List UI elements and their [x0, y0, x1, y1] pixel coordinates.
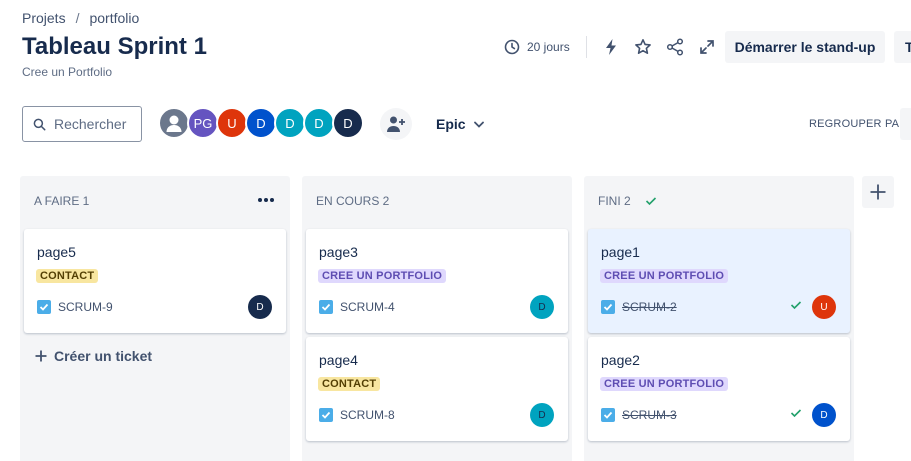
- issue-key[interactable]: SCRUM-8: [340, 408, 395, 422]
- sprint-timer[interactable]: 20 jours: [504, 39, 570, 55]
- issue-card[interactable]: page4 CONTACT SCRUM-8 D: [306, 337, 568, 441]
- add-people-button[interactable]: [380, 108, 412, 140]
- toolbar-divider: [585, 36, 587, 58]
- epic-label: CREE UN PORTFOLIO: [600, 269, 729, 283]
- fullscreen-button[interactable]: [697, 37, 717, 57]
- column-title: A FAIRE 1: [34, 194, 90, 208]
- column-header: FINI 2: [598, 194, 657, 208]
- add-column-button[interactable]: [862, 176, 894, 208]
- check-icon: [645, 197, 656, 206]
- card-footer: SCRUM-8: [319, 408, 395, 422]
- column-todo: A FAIRE 1 page5 CONTACT SCRUM-9 D Créer …: [20, 176, 290, 461]
- days-remaining: 20 jours: [527, 40, 570, 54]
- sprint-goal: Cree un Portfolio: [22, 65, 113, 79]
- epic-label: CONTACT: [36, 269, 99, 283]
- column-title: FINI 2: [598, 194, 631, 208]
- assignee-avatar[interactable]: U: [812, 295, 836, 319]
- avatar-d[interactable]: D: [332, 107, 364, 139]
- epic-label: CREE UN PORTFOLIO: [600, 377, 729, 391]
- assignee-avatar[interactable]: D: [530, 295, 554, 319]
- add-user-icon: [387, 116, 405, 132]
- assignee-avatar[interactable]: D: [812, 403, 836, 427]
- breadcrumb: Projets / portfolio: [22, 10, 139, 26]
- star-button[interactable]: [633, 37, 653, 57]
- expand-icon: [699, 40, 714, 54]
- issue-key[interactable]: SCRUM-2: [622, 300, 677, 314]
- card-footer: SCRUM-9: [37, 300, 113, 314]
- search-icon: [33, 118, 46, 130]
- done-check-icon: [790, 409, 802, 418]
- chevron-down-icon: [473, 121, 484, 128]
- avatar-d[interactable]: D: [274, 107, 306, 139]
- avatar-pg[interactable]: PG: [187, 107, 219, 139]
- search-input[interactable]: [54, 116, 132, 132]
- breadcrumb-separator: /: [75, 10, 80, 26]
- avatar-u[interactable]: U: [216, 107, 248, 139]
- task-type-icon: [37, 300, 51, 314]
- done-check-icon: [790, 301, 802, 310]
- assignee-avatar[interactable]: D: [248, 295, 272, 319]
- group-by-select[interactable]: [900, 108, 911, 140]
- issue-key[interactable]: SCRUM-4: [340, 300, 395, 314]
- issue-card[interactable]: page5 CONTACT SCRUM-9 D: [24, 229, 286, 333]
- automation-button[interactable]: [601, 37, 621, 57]
- default-user-icon: [166, 115, 182, 132]
- epic-label: CONTACT: [318, 377, 381, 391]
- task-type-icon: [601, 408, 615, 422]
- card-title: page3: [319, 244, 358, 260]
- column-in-progress: EN COURS 2 page3 CREE UN PORTFOLIO SCRUM…: [302, 176, 572, 461]
- card-title: page4: [319, 352, 358, 368]
- lightning-icon: [605, 39, 616, 55]
- board-toolbar: 20 jours: [504, 32, 729, 62]
- column-done: FINI 2 page1 CREE UN PORTFOLIO SCRUM-2 U…: [584, 176, 854, 461]
- create-issue-button[interactable]: Créer un ticket: [34, 348, 152, 364]
- task-type-icon: [601, 300, 615, 314]
- plus-icon: [35, 350, 47, 362]
- clock-icon: [504, 39, 520, 55]
- epic-filter[interactable]: Epic: [436, 116, 484, 132]
- task-type-icon: [319, 408, 333, 422]
- card-footer: SCRUM-3: [601, 408, 677, 422]
- card-footer: SCRUM-4: [319, 300, 395, 314]
- card-title: page5: [37, 244, 76, 260]
- more-actions-button[interactable]: T: [894, 31, 911, 63]
- epic-label: CREE UN PORTFOLIO: [318, 269, 447, 283]
- column-title: EN COURS 2: [316, 194, 390, 208]
- issue-card[interactable]: page1 CREE UN PORTFOLIO SCRUM-2 U: [588, 229, 850, 333]
- issue-card[interactable]: page3 CREE UN PORTFOLIO SCRUM-4 D: [306, 229, 568, 333]
- column-more-button[interactable]: [256, 190, 276, 215]
- card-title: page2: [601, 352, 640, 368]
- group-by-label: REGROUPER PAR: [809, 118, 908, 130]
- column-header: EN COURS 2: [316, 194, 389, 208]
- share-button[interactable]: [665, 37, 685, 57]
- card-title: page1: [601, 244, 640, 260]
- more-icon: [258, 198, 274, 202]
- avatar-d[interactable]: D: [245, 107, 277, 139]
- issue-key[interactable]: SCRUM-3: [622, 408, 677, 422]
- star-icon: [634, 39, 651, 54]
- avatar-d[interactable]: D: [303, 107, 335, 139]
- search-box[interactable]: [22, 106, 142, 142]
- issue-card[interactable]: page2 CREE UN PORTFOLIO SCRUM-3 D: [588, 337, 850, 441]
- breadcrumb-portfolio-link[interactable]: portfolio: [89, 10, 139, 26]
- issue-key[interactable]: SCRUM-9: [58, 300, 113, 314]
- epic-filter-label: Epic: [436, 116, 466, 132]
- assignee-filter: PG U D D D D: [158, 107, 364, 139]
- start-standup-button[interactable]: Démarrer le stand-up: [725, 31, 885, 63]
- page-title: Tableau Sprint 1: [22, 33, 207, 60]
- avatar-unassigned[interactable]: [158, 107, 190, 139]
- share-icon: [666, 38, 683, 56]
- breadcrumb-projects-link[interactable]: Projets: [22, 10, 66, 26]
- create-issue-label: Créer un ticket: [54, 348, 153, 364]
- card-footer: SCRUM-2: [601, 300, 677, 314]
- task-type-icon: [319, 300, 333, 314]
- assignee-avatar[interactable]: D: [530, 403, 554, 427]
- column-header: A FAIRE 1: [34, 194, 89, 208]
- plus-icon: [870, 184, 886, 200]
